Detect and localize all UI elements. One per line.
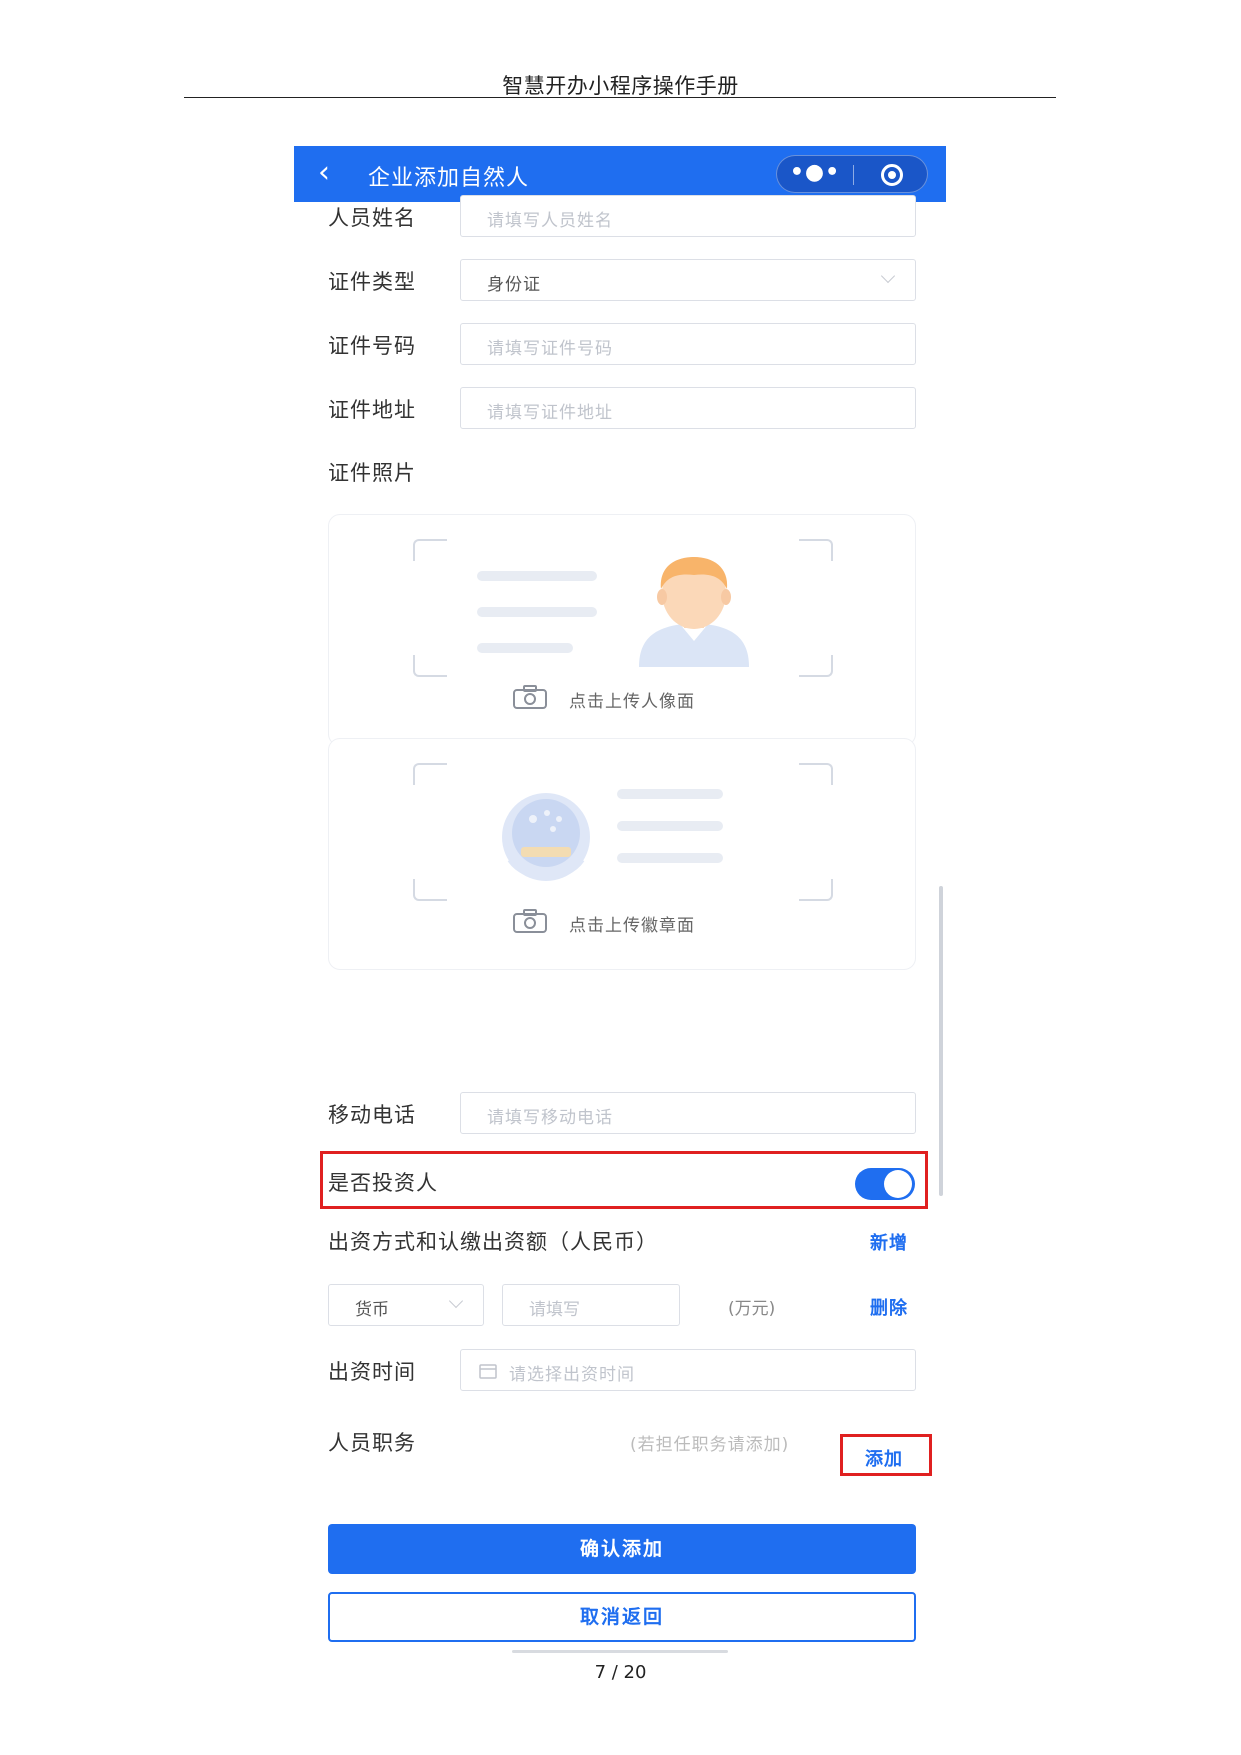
id-type-select[interactable]: 身份证 (460, 259, 916, 301)
placeholder-line (617, 853, 723, 863)
frame-corner (413, 539, 447, 561)
mobile-input[interactable]: 请填写移动电话 (460, 1092, 916, 1134)
placeholder-line (477, 607, 597, 617)
frame-corner (799, 539, 833, 561)
frame-corner (799, 763, 833, 785)
frame-corner (413, 879, 447, 901)
confirm-add-button[interactable]: 确认添加 (328, 1524, 916, 1574)
investor-label: 是否投资人 (328, 1171, 438, 1195)
amount-unit: (万元) (728, 1299, 776, 1319)
capsule-divider (853, 165, 854, 185)
amount-input[interactable]: 请填写 (502, 1284, 680, 1326)
upload-emblem-text: 点击上传徽章面 (569, 916, 695, 936)
close-target-icon[interactable] (881, 164, 903, 186)
currency-select[interactable]: 货币 (328, 1284, 484, 1326)
id-type-label: 证件类型 (328, 270, 416, 294)
name-input[interactable]: 请填写人员姓名 (460, 195, 916, 237)
amount-placeholder: 请填写 (529, 1300, 580, 1320)
scrollbar[interactable] (939, 886, 943, 1196)
mobile-label: 移动电话 (328, 1103, 416, 1127)
chevron-down-icon (448, 1293, 464, 1309)
navigation-bar: ‹ 企业添加自然人 •●• (294, 146, 946, 202)
position-label: 人员职务 (328, 1431, 416, 1455)
home-indicator (512, 1650, 728, 1653)
investor-row-highlight: 是否投资人 (320, 1151, 928, 1209)
cancel-return-button[interactable]: 取消返回 (328, 1592, 916, 1642)
page-number: 7 / 20 (594, 1662, 647, 1683)
toggle-knob (884, 1170, 912, 1198)
frame-corner (799, 879, 833, 901)
document-header-title: 智慧开办小程序操作手册 (502, 74, 739, 98)
more-icon[interactable]: •●• (777, 156, 853, 194)
contribution-time-label: 出资时间 (328, 1360, 416, 1384)
back-icon[interactable]: ‹ (318, 157, 330, 189)
add-position-link[interactable]: 添加 (865, 1445, 903, 1471)
delete-contribution-link[interactable]: 删除 (870, 1294, 908, 1320)
mobile-placeholder: 请填写移动电话 (487, 1108, 613, 1128)
placeholder-line (617, 821, 723, 831)
phone-screenshot: ‹ 企业添加自然人 •●• 人员姓名 请填写人员姓名 证件类型 身份证 证件号码… (294, 146, 946, 1654)
add-position-highlight: 添加 (840, 1434, 932, 1476)
upload-portrait-side[interactable]: 点击上传人像面 (328, 514, 916, 746)
frame-corner (413, 655, 447, 677)
id-number-input[interactable]: 请填写证件号码 (460, 323, 916, 365)
camera-icon (513, 909, 547, 933)
header-divider (184, 97, 1056, 98)
placeholder-line (477, 571, 597, 581)
placeholder-line (617, 789, 723, 799)
page-title: 企业添加自然人 (368, 166, 530, 191)
frame-corner (413, 763, 447, 785)
placeholder-line (477, 643, 573, 653)
position-hint: (若担任职务请添加) (630, 1435, 790, 1455)
calendar-icon (479, 1364, 497, 1379)
add-contribution-link[interactable]: 新增 (870, 1229, 908, 1255)
national-emblem-icon (502, 793, 590, 881)
investor-toggle[interactable] (855, 1168, 915, 1200)
portrait-illustration-icon (639, 557, 749, 667)
upload-portrait-text: 点击上传人像面 (569, 692, 695, 712)
contribution-label: 出资方式和认缴出资额（人民币） (328, 1230, 658, 1254)
id-photo-label: 证件照片 (328, 461, 416, 485)
contribution-time-picker[interactable]: 请选择出资时间 (460, 1349, 916, 1391)
name-placeholder: 请填写人员姓名 (487, 211, 613, 231)
id-number-label: 证件号码 (328, 334, 416, 358)
frame-corner (799, 655, 833, 677)
name-label: 人员姓名 (328, 206, 416, 230)
id-address-label: 证件地址 (328, 398, 416, 422)
chevron-down-icon (880, 268, 896, 284)
id-number-placeholder: 请填写证件号码 (487, 339, 613, 359)
currency-value: 货币 (355, 1300, 389, 1320)
mini-program-capsule: •●• (776, 155, 928, 193)
id-address-input[interactable]: 请填写证件地址 (460, 387, 916, 429)
id-type-value: 身份证 (487, 275, 541, 295)
camera-icon (513, 685, 547, 709)
id-address-placeholder: 请填写证件地址 (487, 403, 613, 423)
contribution-time-placeholder: 请选择出资时间 (509, 1365, 635, 1385)
upload-emblem-side[interactable]: 点击上传徽章面 (328, 738, 916, 970)
